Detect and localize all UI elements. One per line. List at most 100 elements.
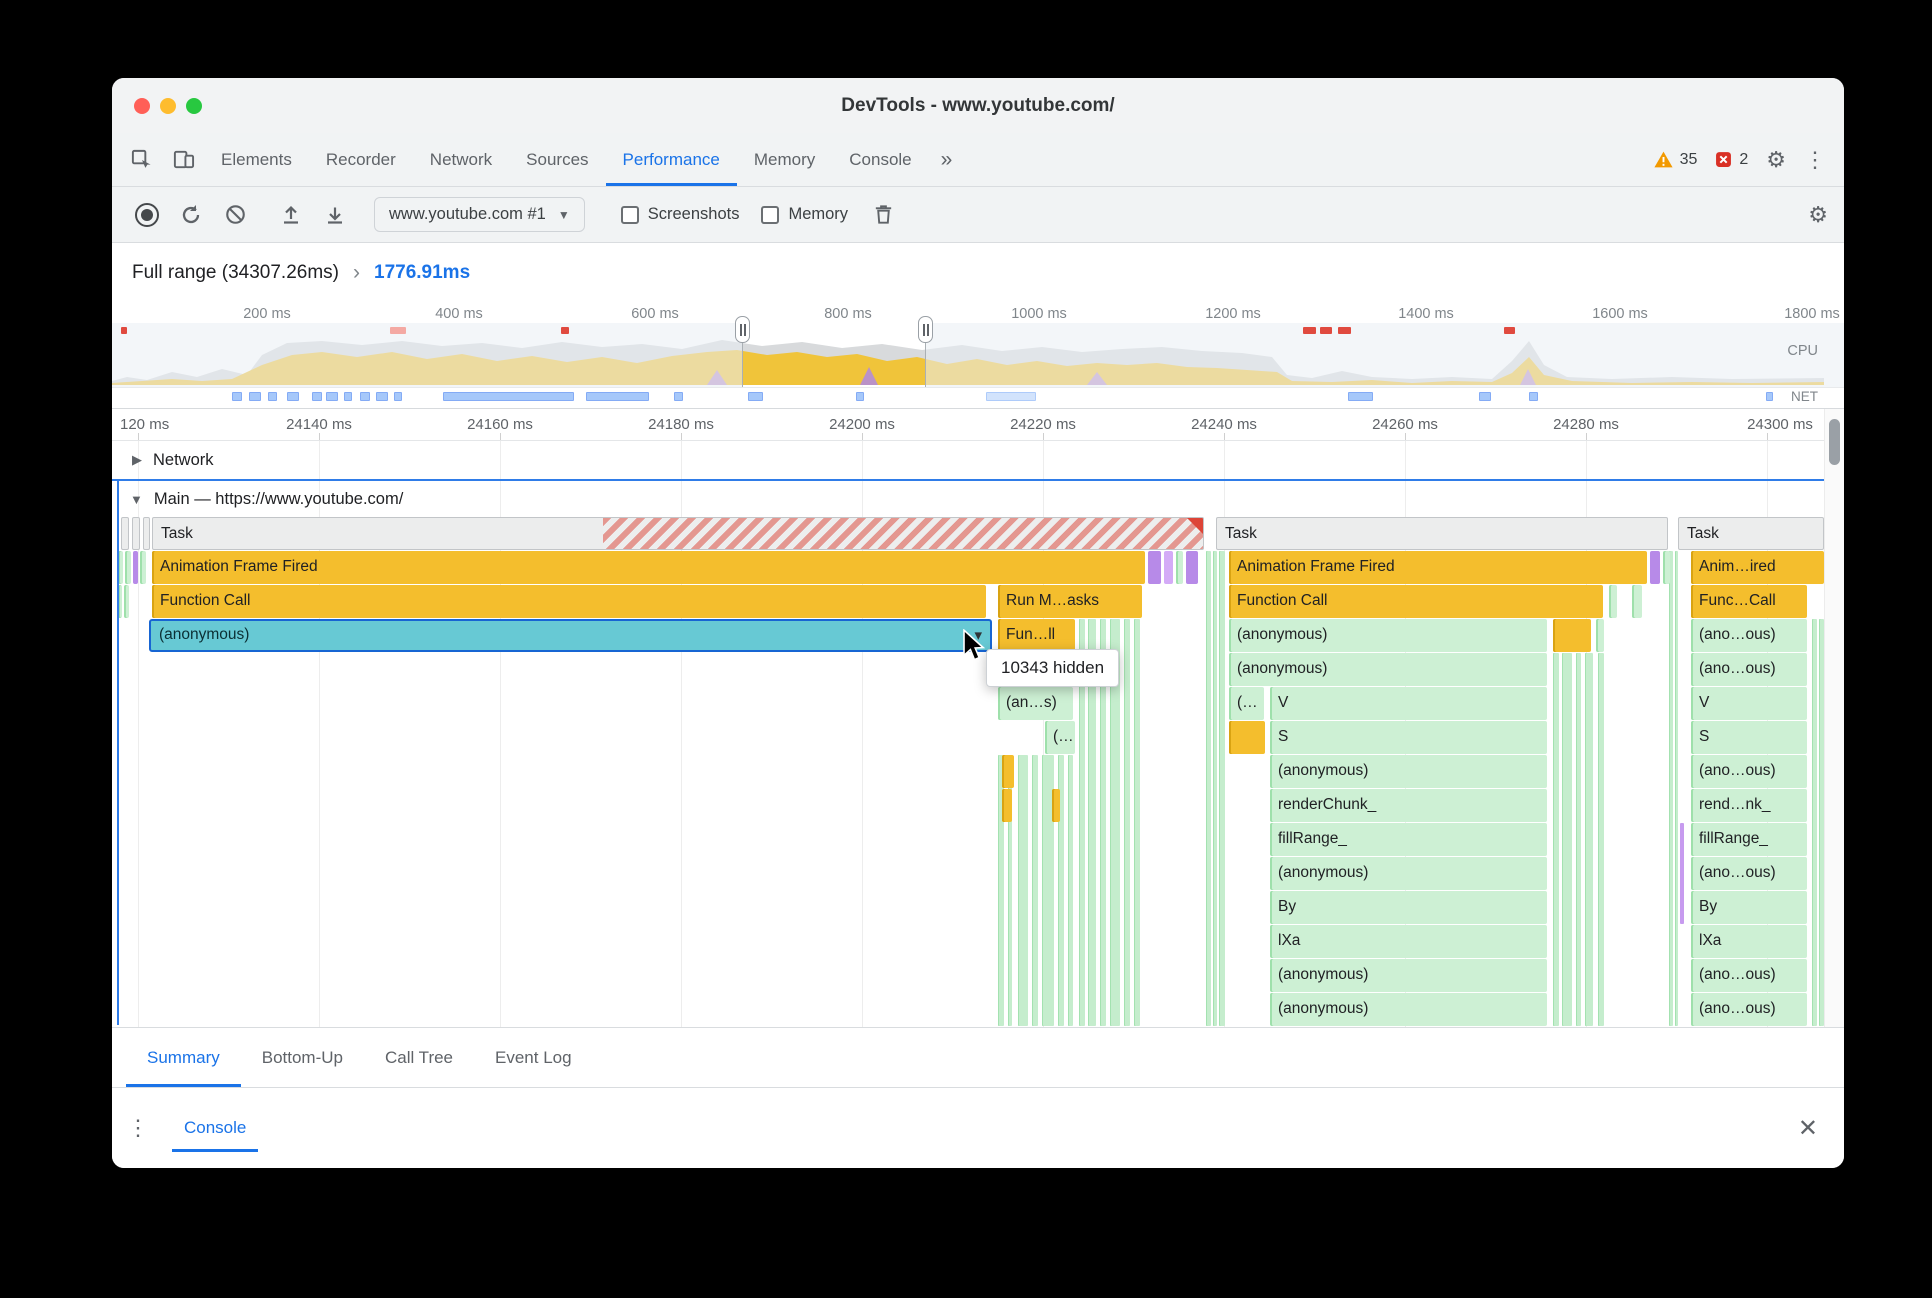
flame-bar-ano-ous[interactable]: (ano…ous) [1691,653,1807,686]
tab-elements[interactable]: Elements [204,133,309,186]
flame-bar[interactable] [1052,789,1060,822]
flame-bar-v[interactable]: V [1691,687,1807,720]
flame-chart[interactable]: 10343 hidden Task Task Task Animation Frame… [112,517,1824,1027]
flame-strip[interactable] [1675,551,1678,1026]
flame-bar-lxa[interactable]: lXa [1270,925,1547,958]
maximize-window-button[interactable] [186,97,202,114]
clear-recording-button[interactable] [216,196,254,234]
vertical-scrollbar[interactable] [1824,409,1844,1027]
main-track-header[interactable]: ▼ Main — https://www.youtube.com/ [112,481,1844,517]
flame-bar-anonymous[interactable]: (anonymous) [1229,653,1547,686]
flame-bar[interactable] [1186,551,1198,584]
flame-bar[interactable] [1176,551,1183,584]
flame-bar[interactable] [1663,551,1670,584]
tab-performance[interactable]: Performance [606,133,737,186]
flame-bar-an-s[interactable]: (an…s) [998,687,1073,720]
flame-bar-animation-frame-fired[interactable]: Animation Frame Fired [152,551,1145,584]
track-network[interactable]: ▶ Network [112,441,1844,479]
flame-bar-anonymous[interactable]: (anonymous) [1270,993,1547,1026]
flame-bar-anonymous[interactable]: (anonymous) ▾ [149,619,992,652]
flame-bar-ano-ous[interactable]: (ano…ous) [1691,619,1807,652]
breadcrumb-selected-range[interactable]: 1776.91ms [374,262,470,284]
flame-bar-run-m-asks[interactable]: Run M…asks [998,585,1142,618]
tab-console[interactable]: Console [832,133,928,186]
flame-bar-anim-ired[interactable]: Anim…ired [1691,551,1824,584]
flame-bar[interactable] [1609,585,1617,618]
flame-bar[interactable] [1164,551,1173,584]
load-profile-button[interactable] [272,196,310,234]
reload-and-record-button[interactable] [172,196,210,234]
flame-bar-fillrange[interactable]: fillRange_ [1270,823,1547,856]
profile-history-select[interactable]: www.youtube.com #1 ▼ [374,197,585,232]
flame-bar-ano-ous[interactable]: (ano…ous) [1691,959,1807,992]
drawer-close-icon[interactable]: ✕ [1798,1114,1818,1143]
flame-bar[interactable] [124,585,129,618]
minimize-window-button[interactable] [160,97,176,114]
flame-strip[interactable] [1032,755,1038,1026]
flame-strip[interactable] [1124,619,1130,1026]
flame-strip[interactable] [1576,653,1581,1026]
close-window-button[interactable] [134,97,150,114]
flame-bar-animation-frame-fired[interactable]: Animation Frame Fired [1229,551,1647,584]
flame-bar-ano-ous[interactable]: (ano…ous) [1691,857,1807,890]
screenshots-checkbox[interactable] [620,205,639,224]
flame-bar[interactable] [143,517,150,550]
flame-bar-s[interactable]: S [1270,721,1547,754]
flame-bar-anonymous[interactable]: (anonymous) [1270,755,1547,788]
flame-bar[interactable] [118,551,123,584]
tab-recorder[interactable]: Recorder [309,133,413,186]
device-toolbar-button[interactable] [162,133,204,186]
selection-handle-right[interactable] [918,316,933,343]
flame-bar-lxa[interactable]: lXa [1691,925,1807,958]
flame-bar-anonymous[interactable]: (anonymous) [1270,959,1547,992]
flame-strip[interactable] [1562,653,1572,1026]
tab-network[interactable]: Network [413,133,509,186]
save-profile-button[interactable] [316,196,354,234]
flame-strip[interactable] [1553,653,1559,1026]
flame-strip[interactable] [1219,551,1225,1026]
flame-strip[interactable] [1669,551,1673,1026]
flame-bar-function-call[interactable]: Function Call [1229,585,1603,618]
flame-strip[interactable] [1018,755,1028,1026]
record-button[interactable] [128,196,166,234]
flame-bar[interactable] [1596,619,1604,652]
flame-strip[interactable] [1134,619,1140,1026]
collect-garbage-button[interactable] [864,196,902,234]
breadcrumb-full-range[interactable]: Full range (34307.26ms) [132,262,339,284]
flame-bar-renderchunk[interactable]: renderChunk_ [1270,789,1547,822]
flame-strip[interactable] [1812,619,1817,1026]
panel-tab-summary[interactable]: Summary [126,1028,241,1087]
flame-strip[interactable] [1585,653,1593,1026]
flame-bar[interactable] [1650,551,1660,584]
flame-bar-v[interactable]: V [1270,687,1547,720]
tab-sources[interactable]: Sources [509,133,605,186]
memory-checkbox[interactable] [761,205,780,224]
flame-bar-item[interactable]: (… [1045,721,1075,754]
flame-bar[interactable] [132,517,140,550]
flame-bar-anonymous[interactable]: (anonymous) [1270,857,1547,890]
flame-bar[interactable] [1632,585,1642,618]
flame-bar-task[interactable]: Task [1216,517,1668,550]
flame-bar-task[interactable]: Task [152,517,1204,550]
flame-strip[interactable] [1213,551,1217,1026]
flame-bar-item[interactable]: (… [1229,687,1264,720]
flame-bar[interactable] [1002,755,1014,788]
flame-bar-anonymous[interactable]: (anonymous) [1229,619,1547,652]
kebab-menu-icon[interactable]: ⋮ [1804,147,1826,173]
flame-bar[interactable] [1229,721,1265,754]
flame-strip[interactable] [1068,755,1073,1026]
inspect-element-button[interactable] [120,133,162,186]
disclosure-triangle-expanded-icon[interactable]: ▼ [130,492,143,507]
flame-bar-ano-ous[interactable]: (ano…ous) [1691,993,1807,1026]
flame-bar[interactable] [1553,619,1591,652]
flame-bar[interactable] [1002,789,1012,822]
flame-bar[interactable] [118,585,122,618]
flame-bar[interactable] [125,551,131,584]
flame-bar[interactable] [133,551,138,584]
flame-bar-by[interactable]: By [1270,891,1547,924]
drawer-tab-console[interactable]: Console [172,1104,259,1152]
panel-tab-event-log[interactable]: Event Log [474,1028,593,1087]
flame-bar-task[interactable]: Task [1678,517,1824,550]
more-tabs-button[interactable]: » [929,133,965,186]
flame-bar[interactable] [140,551,146,584]
